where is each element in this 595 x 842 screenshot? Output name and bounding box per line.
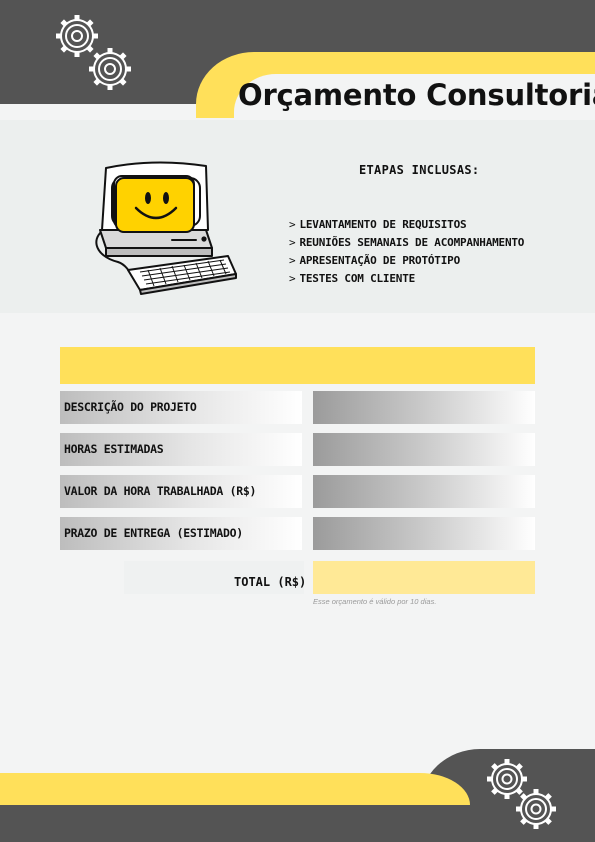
validity-note: Esse orçamento é válido por 10 dias. xyxy=(313,597,437,606)
page-title: Orçamento Consultoria xyxy=(238,78,595,112)
row-label-descricao: DESCRIÇÃO DO PROJETO xyxy=(60,391,302,424)
descricao-field[interactable] xyxy=(313,391,535,424)
total-label: TOTAL (R$) xyxy=(234,575,307,589)
budget-page: Orçamento Consultoria ETAPAS INCLUSAS: >… xyxy=(0,0,595,842)
list-item: > REUNIÕES SEMANAIS DE ACOMPANHAMENTO xyxy=(289,236,525,249)
horas-field[interactable] xyxy=(313,433,535,466)
total-field[interactable] xyxy=(313,561,535,594)
footer-accent-stripe xyxy=(0,773,470,805)
list-item: > TESTES COM CLIENTE xyxy=(289,272,416,285)
steps-list: > LEVANTAMENTO DE REQUISITOS > REUNIÕES SE… xyxy=(289,218,524,290)
gears-icon xyxy=(487,759,556,829)
prazo-field[interactable] xyxy=(313,517,535,550)
row-label-prazo: PRAZO DE ENTREGA (ESTIMADO) xyxy=(60,517,302,550)
computer-icon xyxy=(95,161,237,295)
client-name-field[interactable] xyxy=(60,347,535,384)
steps-title: ETAPAS INCLUSAS: xyxy=(359,163,480,177)
list-item: > APRESENTAÇÃO DE PROTÓTIPO xyxy=(289,254,461,267)
gears-icon xyxy=(56,15,131,90)
valor-hora-field[interactable] xyxy=(313,475,535,508)
row-label-horas: HORAS ESTIMADAS xyxy=(60,433,302,466)
row-label-valor-hora: VALOR DA HORA TRABALHADA (R$) xyxy=(60,475,302,508)
list-item: > LEVANTAMENTO DE REQUISITOS xyxy=(289,218,467,231)
